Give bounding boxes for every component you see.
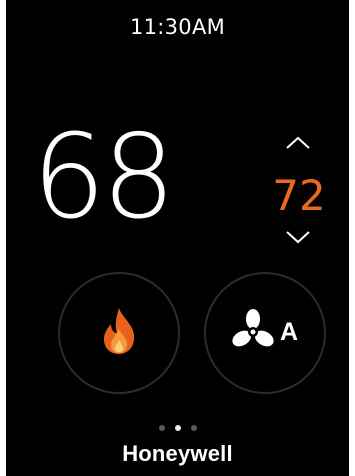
page-dot[interactable] (158, 425, 165, 431)
fan-mode-button[interactable]: A (204, 272, 326, 394)
fan-icon (232, 309, 274, 347)
flame-icon (104, 308, 135, 354)
brand-logo: Honeywell (122, 441, 233, 466)
clock-time: 11:30AM (129, 15, 226, 39)
setpoint-control: 72 (269, 136, 329, 256)
chevron-up-icon[interactable] (285, 136, 311, 150)
page-dot-active[interactable] (174, 425, 181, 431)
heat-mode-button[interactable] (58, 272, 180, 394)
thermostat-screen: 11:30AM 68 72 A Honeywell (6, 0, 349, 476)
fan-auto-label: A (280, 318, 299, 346)
setpoint-temperature: 72 (272, 171, 326, 220)
page-indicator (6, 425, 349, 433)
chevron-down-icon[interactable] (285, 230, 311, 244)
page-dot[interactable] (190, 425, 197, 431)
current-temperature: 68 (32, 110, 176, 245)
